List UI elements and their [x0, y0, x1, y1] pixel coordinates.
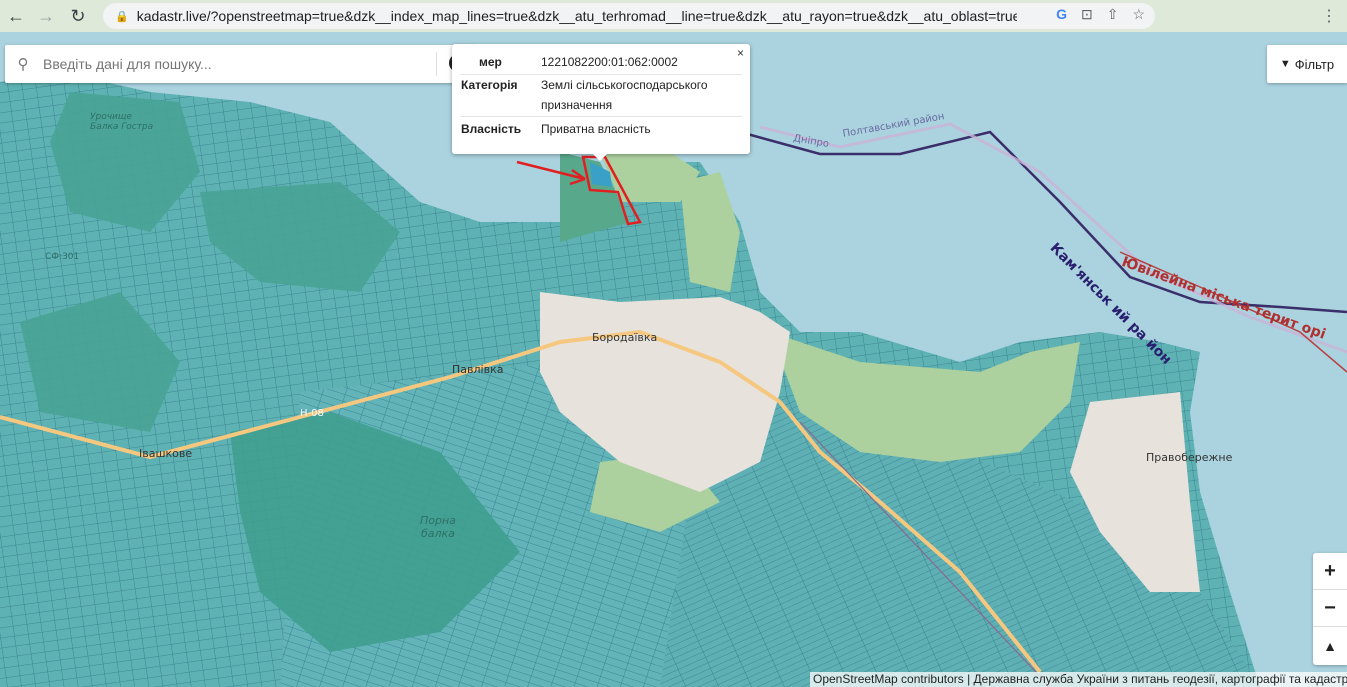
filter-icon: ▼: [1279, 58, 1291, 70]
zoom-in-button[interactable]: +: [1313, 553, 1347, 590]
share-icon[interactable]: ⇧: [1107, 6, 1119, 23]
lock-icon: 🔒: [115, 10, 129, 23]
back-button[interactable]: ←: [2, 2, 30, 30]
popup-key: Власність: [461, 122, 522, 136]
parcel-popup: × мер 1221082200:01:062:0002 Категорія З…: [452, 44, 750, 161]
menu-icon[interactable]: ⋮: [1321, 6, 1337, 26]
address-bar[interactable]: 🔒 kadastr.live/?openstreetmap=true&dzk__…: [103, 3, 1155, 29]
map-label-id-code: СФ:301: [45, 252, 80, 262]
popup-key: мер: [479, 55, 502, 69]
map-label-pravoberezhne: Правобережне: [1146, 451, 1233, 464]
map-label-borodaivka: Бородаївка: [592, 331, 658, 344]
forward-button[interactable]: →: [32, 2, 60, 30]
map-label-ivashkove: Івашкове: [139, 447, 193, 460]
zoom-out-button[interactable]: −: [1313, 590, 1347, 627]
url-text: kadastr.live/?openstreetmap=true&dzk__in…: [136, 8, 1017, 24]
popup-value: 1221082200:01:062:0002: [541, 55, 678, 69]
search-icon: ⚲: [17, 56, 29, 73]
popup-key: Категорія: [461, 78, 518, 92]
search-divider: [436, 52, 437, 76]
star-icon[interactable]: ☆: [1132, 6, 1145, 23]
map-attribution[interactable]: OpenStreetMap contributors | Державна сл…: [810, 672, 1347, 687]
popup-row-category: Категорія Землі сільськогосподарського п…: [461, 78, 742, 117]
filter-button[interactable]: ▼ Фільтр: [1267, 45, 1347, 83]
reload-icon: ↻: [70, 5, 86, 26]
filter-label: Фільтр: [1294, 56, 1335, 72]
popup-value: Приватна власність: [541, 122, 651, 136]
google-icon[interactable]: G: [1056, 6, 1067, 23]
popup-tail: [592, 153, 608, 161]
popup-row-ownership: Власність Приватна власність: [461, 122, 742, 138]
map-label-urochyshche: Урочище Балка Гострa: [90, 112, 154, 132]
popup-value: Землі сільськогосподарського призначення: [541, 78, 708, 112]
map-label-porna-balka: Порна балка: [420, 514, 456, 540]
browser-toolbar: ← → ↻ 🔒 kadastr.live/?openstreetmap=true…: [0, 0, 1347, 32]
reload-button[interactable]: ↻: [64, 2, 92, 30]
map-label-road: Н-08: [300, 408, 324, 419]
search-box: ⚲ i: [5, 45, 477, 83]
arrow-right-icon: →: [37, 5, 55, 26]
popup-row-number: мер 1221082200:01:062:0002: [461, 55, 742, 75]
translate-icon[interactable]: ⊡: [1081, 6, 1093, 23]
zoom-controls: + − ▲: [1313, 553, 1347, 665]
map-label-pavlivka: Павлівка: [452, 363, 504, 376]
search-input[interactable]: [41, 55, 425, 73]
compass-north-button[interactable]: ▲: [1313, 627, 1347, 665]
arrow-left-icon: ←: [7, 5, 25, 26]
